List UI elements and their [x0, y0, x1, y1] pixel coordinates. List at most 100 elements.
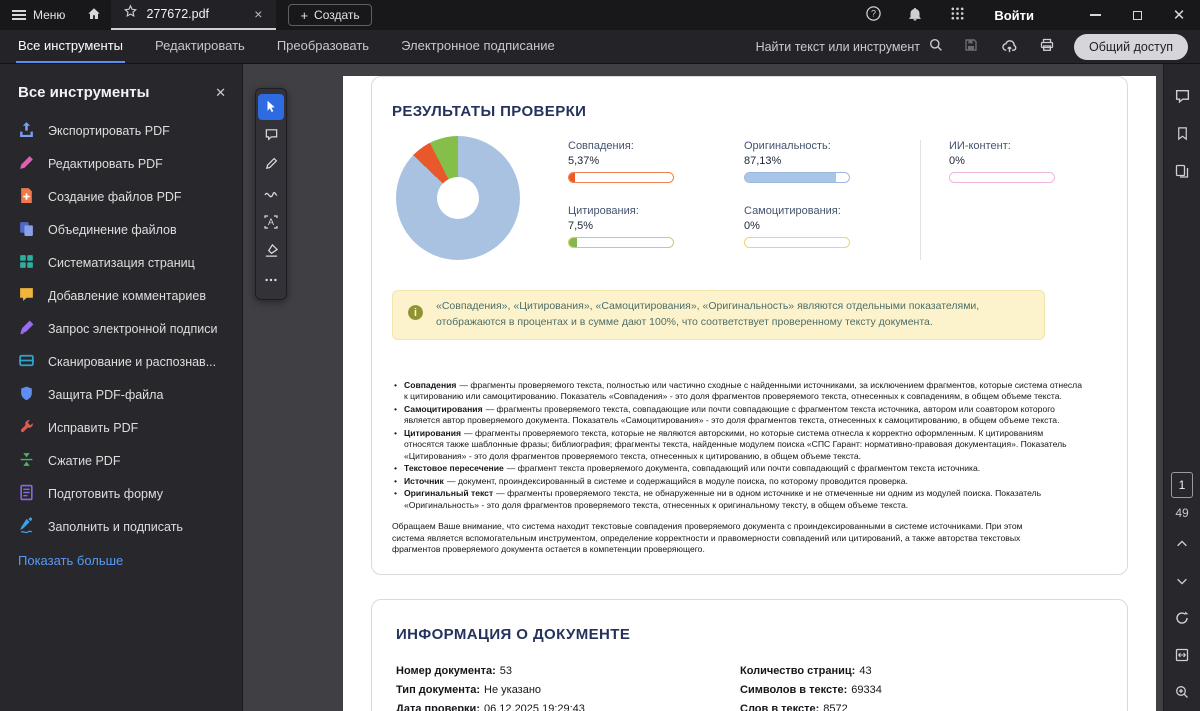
- search-tool[interactable]: Найти текст или инструмент: [756, 37, 944, 56]
- show-more-link[interactable]: Показать больше: [0, 543, 242, 578]
- current-page-indicator[interactable]: 1: [1171, 472, 1193, 498]
- sidebar-item-organize-pages[interactable]: Систематизация страниц: [0, 246, 242, 279]
- sidebar-item-edit-pdf[interactable]: Редактировать PDF: [0, 147, 242, 180]
- svg-text:i: i: [414, 307, 417, 319]
- sidebar-item-request-signature[interactable]: Запрос электронной подписи: [0, 312, 242, 345]
- docinfo-row: Дата проверки: 06.12.2025 19:29:43: [396, 702, 585, 711]
- definition-item: Текстовое пересечение— фрагмент текста п…: [392, 463, 1082, 475]
- right-panel-rail: 1 49: [1163, 64, 1200, 711]
- plus-icon: +: [300, 7, 309, 23]
- apps-button[interactable]: [946, 4, 968, 26]
- sidebar-close-icon[interactable]: ✕: [215, 85, 226, 101]
- fit-width-icon: [1174, 647, 1190, 666]
- cloud-upload-button[interactable]: [998, 36, 1020, 58]
- metric-bar-ai-content: [949, 172, 1055, 183]
- search-label: Найти текст или инструмент: [755, 39, 921, 54]
- more-tools-button[interactable]: [258, 268, 284, 294]
- export-pdf-icon: [18, 121, 35, 141]
- document-info-title: ИНФОРМАЦИЯ О ДОКУМЕНТЕ: [396, 625, 631, 643]
- close-window-button[interactable]: ✕: [1158, 0, 1200, 30]
- highlight-tool-button[interactable]: [258, 239, 284, 265]
- definition-item: Самоцитирования— фрагменты проверяемого …: [392, 404, 1082, 427]
- sidebar-item-protect-pdf[interactable]: Защита PDF-файла: [0, 378, 242, 411]
- draw-tool-button[interactable]: [258, 152, 284, 178]
- zoom-in-button[interactable]: [1170, 681, 1194, 705]
- save-button[interactable]: [960, 36, 982, 58]
- pages-panel-button[interactable]: [1170, 160, 1194, 184]
- sidebar-item-compress-pdf[interactable]: Сжатие PDF: [0, 444, 242, 477]
- page-navigation: 1 49: [1171, 472, 1193, 520]
- comments-panel-button[interactable]: [1170, 86, 1194, 110]
- docinfo-row: Номер документа: 53: [396, 664, 513, 677]
- app-titlebar: Меню 277672.pdf × + Создать ? Войти ✕: [0, 0, 1200, 30]
- tab-convert[interactable]: Преобразовать: [275, 30, 371, 63]
- tab-close-icon[interactable]: ×: [250, 5, 266, 23]
- help-icon: ?: [865, 5, 882, 25]
- home-icon: [86, 6, 102, 25]
- textbox-tool-button[interactable]: A: [258, 210, 284, 236]
- sidebar-item-add-comments[interactable]: Добавление комментариев: [0, 279, 242, 312]
- repair-pdf-icon: [18, 418, 35, 438]
- sidebar-item-fill-sign[interactable]: Заполнить и подписать: [0, 510, 242, 543]
- tab-edit[interactable]: Редактировать: [153, 30, 247, 63]
- tab-esign[interactable]: Электронное подписание: [399, 30, 557, 63]
- squiggle-icon: [263, 185, 279, 204]
- request-signature-icon: [18, 319, 35, 339]
- window-controls: ✕: [1074, 0, 1200, 30]
- combine-files-icon: [18, 220, 35, 240]
- share-button[interactable]: Общий доступ: [1074, 33, 1188, 60]
- fit-width-button[interactable]: [1170, 644, 1194, 668]
- add-comments-icon: [18, 286, 35, 306]
- sidebar-item-export-pdf[interactable]: Экспортировать PDF: [0, 114, 242, 147]
- star-icon[interactable]: [123, 4, 138, 24]
- next-page-button[interactable]: [1170, 570, 1194, 594]
- tab-all-tools[interactable]: Все инструменты: [16, 30, 125, 63]
- info-icon: i: [407, 304, 424, 326]
- metric-matches: Совпадения: 5,37%: [568, 140, 744, 183]
- signature-tool-button[interactable]: [258, 181, 284, 207]
- close-icon: ✕: [1172, 6, 1186, 24]
- tab-title: 277672.pdf: [146, 7, 209, 21]
- notifications-button[interactable]: [904, 4, 926, 26]
- docinfo-row: Символов в тексте: 69334: [740, 683, 882, 696]
- previous-page-button[interactable]: [1170, 533, 1194, 557]
- pdf-page[interactable]: РЕЗУЛЬТАТЫ ПРОВЕРКИ Совпадения: 5,37% Ци…: [343, 76, 1156, 711]
- main-toolbar: Все инструменты Редактировать Преобразов…: [0, 30, 1200, 64]
- compress-pdf-icon: [18, 451, 35, 471]
- create-button[interactable]: + Создать: [288, 4, 372, 26]
- signin-button[interactable]: Войти: [994, 8, 1034, 23]
- menu-button[interactable]: Меню: [0, 0, 77, 30]
- print-button[interactable]: [1036, 36, 1058, 58]
- chevron-down-icon: [1175, 574, 1189, 591]
- sidebar-item-prepare-form[interactable]: Подготовить форму: [0, 477, 242, 510]
- maximize-button[interactable]: [1116, 0, 1158, 30]
- select-tool-button[interactable]: [258, 94, 284, 120]
- comments-panel-icon: [1174, 88, 1191, 108]
- donut-hole: [437, 177, 479, 219]
- sidebar-item-scan-ocr[interactable]: Сканирование и распознав...: [0, 345, 242, 378]
- notice-text: «Совпадения», «Цитирования», «Самоцитиро…: [436, 300, 980, 328]
- tool-list: Экспортировать PDF Редактировать PDF Соз…: [0, 114, 242, 543]
- rotate-page-button[interactable]: [1170, 607, 1194, 631]
- document-tab[interactable]: 277672.pdf ×: [111, 0, 277, 30]
- definition-item: Оригинальный текст— фрагменты проверяемо…: [392, 488, 1082, 511]
- home-button[interactable]: [77, 0, 111, 30]
- svg-text:?: ?: [871, 9, 876, 19]
- bookmarks-panel-button[interactable]: [1170, 123, 1194, 147]
- definition-item: Совпадения— фрагменты проверяемого текст…: [392, 380, 1082, 403]
- sidebar-title: Все инструменты: [18, 84, 150, 101]
- printer-icon: [1039, 37, 1055, 56]
- sidebar-item-repair-pdf[interactable]: Исправить PDF: [0, 411, 242, 444]
- help-button[interactable]: ?: [862, 4, 884, 26]
- cloud-upload-icon: [1001, 37, 1018, 57]
- sidebar-item-combine-files[interactable]: Объединение файлов: [0, 213, 242, 246]
- create-label: Создать: [314, 8, 360, 22]
- results-section: РЕЗУЛЬТАТЫ ПРОВЕРКИ Совпадения: 5,37% Ци…: [371, 76, 1128, 575]
- comment-tool-button[interactable]: [258, 123, 284, 149]
- scan-ocr-icon: [18, 352, 35, 372]
- definition-item: Источник— документ, проиндексированный в…: [392, 476, 1082, 488]
- metric-originality: Оригинальность: 87,13%: [744, 140, 920, 183]
- minimize-button[interactable]: [1074, 0, 1116, 30]
- docinfo-row: Тип документа: Не указано: [396, 683, 542, 696]
- sidebar-item-create-pdf[interactable]: Создание файлов PDF: [0, 180, 242, 213]
